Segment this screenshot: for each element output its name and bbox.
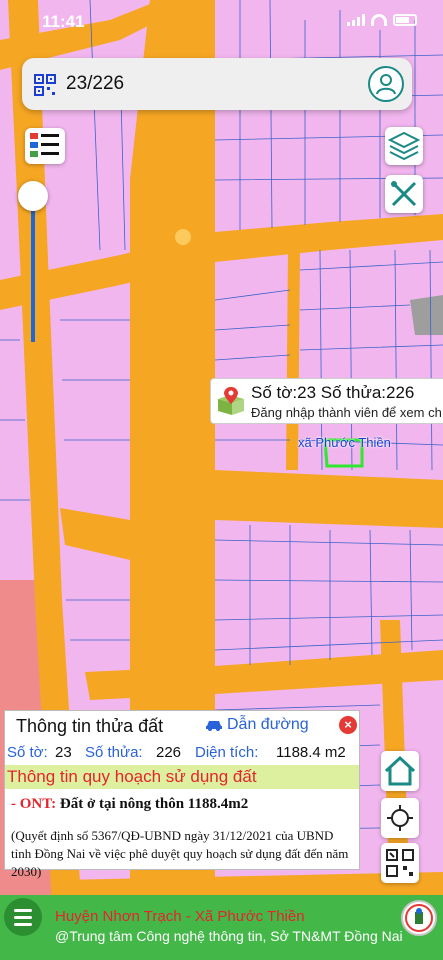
parcel-label: Số thửa:: [85, 744, 143, 761]
status-icons: [347, 14, 417, 26]
status-time: 11:41: [42, 12, 85, 31]
home-icon: [384, 755, 416, 786]
menu-icon[interactable]: [4, 898, 42, 936]
search-input[interactable]: [66, 70, 346, 98]
legend-list-icon: [30, 133, 59, 157]
commune-label: xã Phước Thiền: [298, 435, 391, 450]
sheet-value: 23: [55, 744, 72, 761]
directions-link[interactable]: Dẫn đường: [205, 716, 309, 734]
home-button[interactable]: [381, 751, 419, 791]
qr-scan-icon: [386, 849, 414, 877]
qr-scan-button[interactable]: [381, 843, 419, 883]
parcel-info-panel: Thông tin thửa đất Dẫn đường × Số tờ: 23…: [4, 710, 360, 879]
logo-graphic: [405, 904, 433, 932]
locate-button[interactable]: [381, 798, 419, 838]
sheet-label: Số tờ:: [7, 744, 48, 761]
land-use-desc: Đất ở tại nông thôn 1188.4m2: [59, 796, 249, 812]
legend-button[interactable]: [25, 128, 65, 164]
user-button[interactable]: [368, 66, 404, 102]
planning-header-text: Thông tin quy hoạch sử dụng đất: [7, 767, 257, 786]
area-label: Diện tích:: [195, 744, 259, 761]
qr-code-icon[interactable]: [34, 74, 56, 96]
opacity-slider-thumb[interactable]: [18, 181, 48, 211]
footer-location: Huyện Nhơn Trạch - Xã Phước Thiền: [55, 908, 305, 925]
land-use-line: - ONT: Đất ở tại nông thôn 1188.4m2: [11, 796, 248, 813]
car-icon: [206, 721, 222, 731]
parcel-summary-row: Số tờ: 23 Số thửa: 226 Diện tích: 1188.4…: [5, 741, 359, 763]
layers-button[interactable]: [385, 127, 423, 165]
directions-label: Dẫn đường: [227, 716, 309, 733]
area-value: 1188.4 m2: [276, 744, 346, 761]
battery-icon: [393, 14, 417, 26]
parcel-popup[interactable]: Số tờ:23 Số thửa:226 Đăng nhập thành viê…: [210, 378, 443, 424]
info-panel-title: Thông tin thửa đất: [16, 716, 164, 736]
logo-icon: [401, 900, 437, 936]
planning-header: Thông tin quy hoạch sử dụng đất: [5, 765, 359, 789]
footer-bar: Huyện Nhơn Trạch - Xã Phước Thiền @Trung…: [0, 895, 443, 960]
close-icon[interactable]: ×: [339, 716, 357, 734]
map-pin-icon: [218, 387, 244, 415]
popup-subtitle: Đăng nhập thành viên để xem ch: [251, 405, 442, 420]
decision-note: (Quyết định số 5367/QĐ-UBND ngày 31/12/2…: [11, 828, 349, 879]
status-bar: 11:41: [0, 0, 443, 44]
info-panel-header: Thông tin thửa đất Dẫn đường ×: [5, 711, 359, 739]
tools-button[interactable]: [385, 175, 423, 213]
tools-icon: [391, 181, 417, 207]
user-icon: [376, 74, 396, 95]
search-bar: [22, 58, 412, 110]
popup-title: Số tờ:23 Số thửa:226: [251, 383, 415, 402]
crosshair-icon: [387, 805, 413, 831]
land-use-code: - ONT:: [11, 796, 57, 812]
footer-copyright: @Trung tâm Công nghệ thông tin, Sở TN&MT…: [55, 928, 403, 944]
wifi-icon: [371, 14, 387, 26]
signal-icon: [347, 14, 365, 26]
opacity-slider-track[interactable]: [31, 196, 35, 342]
parcel-value: 226: [156, 744, 182, 761]
layers-icon: [387, 131, 421, 161]
